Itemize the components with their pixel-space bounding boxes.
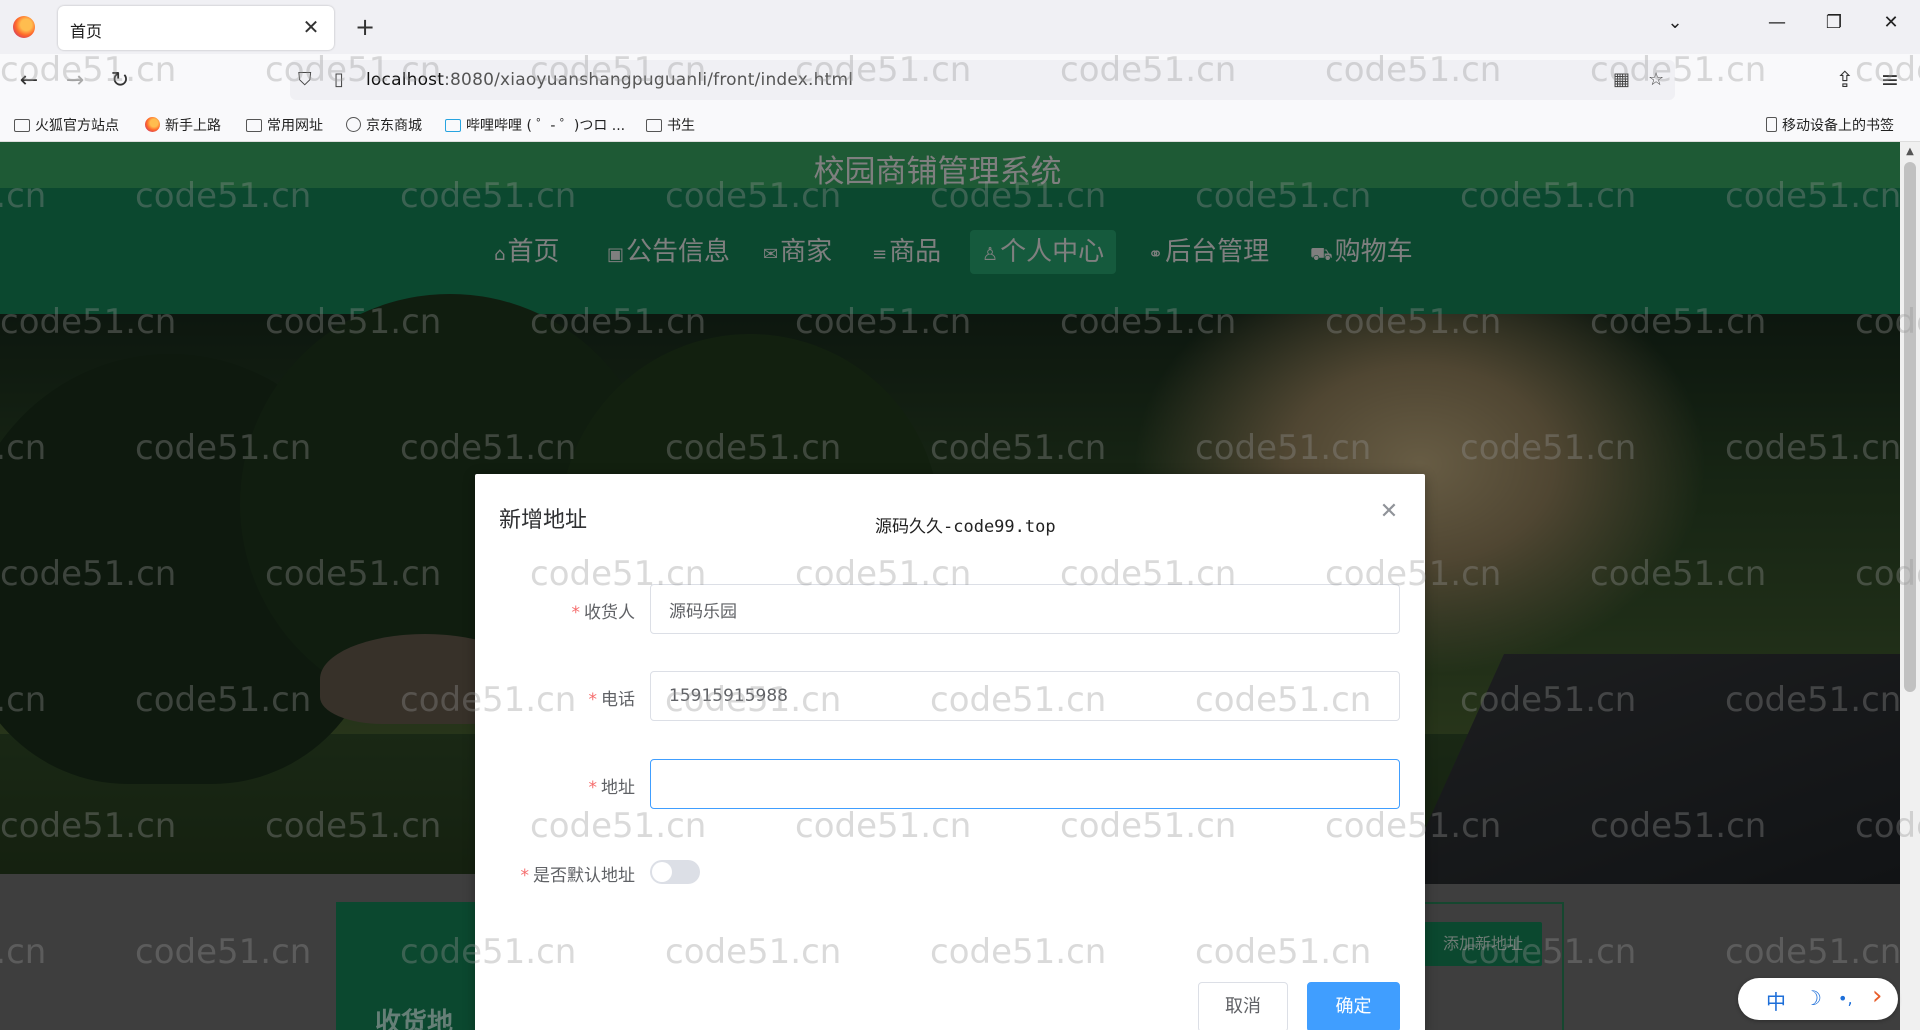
- url-bar[interactable]: ⛉ ▯ localhost:8080/xiaoyuanshangpuguanli…: [290, 60, 1675, 100]
- app-menu-icon[interactable]: ≡: [1875, 66, 1905, 96]
- address-label: * 地址: [588, 778, 636, 798]
- folder-icon: [14, 119, 30, 132]
- browser-navbar: ← → ↻ ⛉ ▯ localhost:8080/xiaoyuanshangpu…: [0, 54, 1920, 106]
- add-address-dialog: 新增地址 源码久久-code99.top ✕ *收货人 *电话 *地址 *是否默…: [475, 474, 1425, 1030]
- extensions-icon[interactable]: ⇪: [1830, 66, 1860, 96]
- tab-list-chevron-icon[interactable]: ⌄: [1660, 12, 1690, 33]
- browser-tab[interactable]: 首页 ✕: [58, 6, 334, 50]
- phone-label: * 电话: [588, 690, 636, 710]
- browser-tabbar: 首页 ✕ + ⌄ — ❐ ✕: [0, 0, 1920, 54]
- scroll-thumb[interactable]: [1904, 162, 1916, 692]
- scroll-up-icon[interactable]: ▲: [1900, 142, 1920, 162]
- bookmark-item[interactable]: 新手上路: [145, 115, 221, 135]
- firefox-logo-icon: [13, 16, 35, 38]
- moon-icon[interactable]: ☽: [1804, 986, 1822, 1010]
- default-row: * 是否默认地址: [475, 847, 1425, 897]
- bookmark-item[interactable]: 书生: [646, 115, 695, 135]
- page-scrollbar[interactable]: ▲: [1900, 142, 1920, 1030]
- bookmark-star-icon[interactable]: ☆: [1648, 69, 1664, 90]
- back-arrow-icon[interactable]: ←: [14, 66, 44, 96]
- bilibili-icon: [445, 119, 461, 132]
- ime-toolbar[interactable]: 中 ☽ •, ›: [1738, 978, 1898, 1020]
- bookmark-item[interactable]: 火狐官方站点: [14, 115, 119, 135]
- shield-icon[interactable]: ⛉: [298, 69, 312, 90]
- web-page: 校园商铺管理系统 ⌂首页 ▣公告信息 ✉商家 ≡商品 ♙个人中心 ⚭后台管理 ⛟…: [0, 142, 1900, 1030]
- mobile-icon: [1766, 117, 1777, 132]
- bookmark-item[interactable]: 常用网址: [246, 115, 323, 135]
- default-address-switch[interactable]: [650, 860, 700, 884]
- cancel-button[interactable]: 取消: [1198, 982, 1288, 1030]
- phone-input[interactable]: [650, 671, 1400, 721]
- firefox-icon: [145, 117, 160, 132]
- default-address-label: * 是否默认地址: [520, 866, 636, 886]
- address-input[interactable]: [650, 759, 1400, 809]
- new-tab-button[interactable]: +: [350, 12, 380, 42]
- restore-button[interactable]: ❐: [1819, 12, 1849, 33]
- globe-icon: [346, 117, 361, 132]
- dialog-watermark: 源码久久-code99.top: [875, 517, 1056, 537]
- punctuation-icon[interactable]: •,: [1838, 989, 1853, 1008]
- receiver-label: * 收货人: [571, 603, 636, 623]
- bookmark-item[interactable]: 哔哩哔哩 ( ゜- ゜)つロ ...: [445, 115, 625, 135]
- tab-close-icon[interactable]: ✕: [298, 14, 324, 40]
- tab-title: 首页: [70, 22, 103, 41]
- mobile-bookmarks[interactable]: 移动设备上的书签: [1766, 115, 1894, 135]
- dialog-title: 新增地址: [499, 508, 588, 533]
- page-icon: ▯: [334, 69, 344, 90]
- bookmarks-bar: 火狐官方站点 新手上路 常用网址 京东商城 哔哩哔哩 ( ゜- ゜)つロ ...…: [0, 106, 1920, 142]
- folder-icon: [246, 119, 262, 132]
- minimize-button[interactable]: —: [1762, 12, 1792, 33]
- ime-language[interactable]: 中: [1766, 986, 1786, 1015]
- forward-arrow-icon[interactable]: →: [60, 66, 90, 96]
- bookmark-item[interactable]: 京东商城: [346, 115, 422, 135]
- phone-row: * 电话: [475, 671, 1425, 721]
- receiver-row: * 收货人: [475, 584, 1425, 634]
- receiver-input[interactable]: [650, 584, 1400, 634]
- folder-icon: [646, 119, 662, 132]
- chevron-right-icon[interactable]: ›: [1872, 981, 1882, 1011]
- reload-icon[interactable]: ↻: [105, 66, 135, 96]
- window-close-button[interactable]: ✕: [1876, 12, 1906, 33]
- qr-code-icon[interactable]: ▦: [1613, 69, 1630, 90]
- confirm-button[interactable]: 确定: [1307, 982, 1400, 1030]
- dialog-close-icon[interactable]: ✕: [1377, 500, 1401, 524]
- url-text[interactable]: localhost:8080/xiaoyuanshangpuguanli/fro…: [366, 70, 853, 90]
- address-row: * 地址: [475, 759, 1425, 809]
